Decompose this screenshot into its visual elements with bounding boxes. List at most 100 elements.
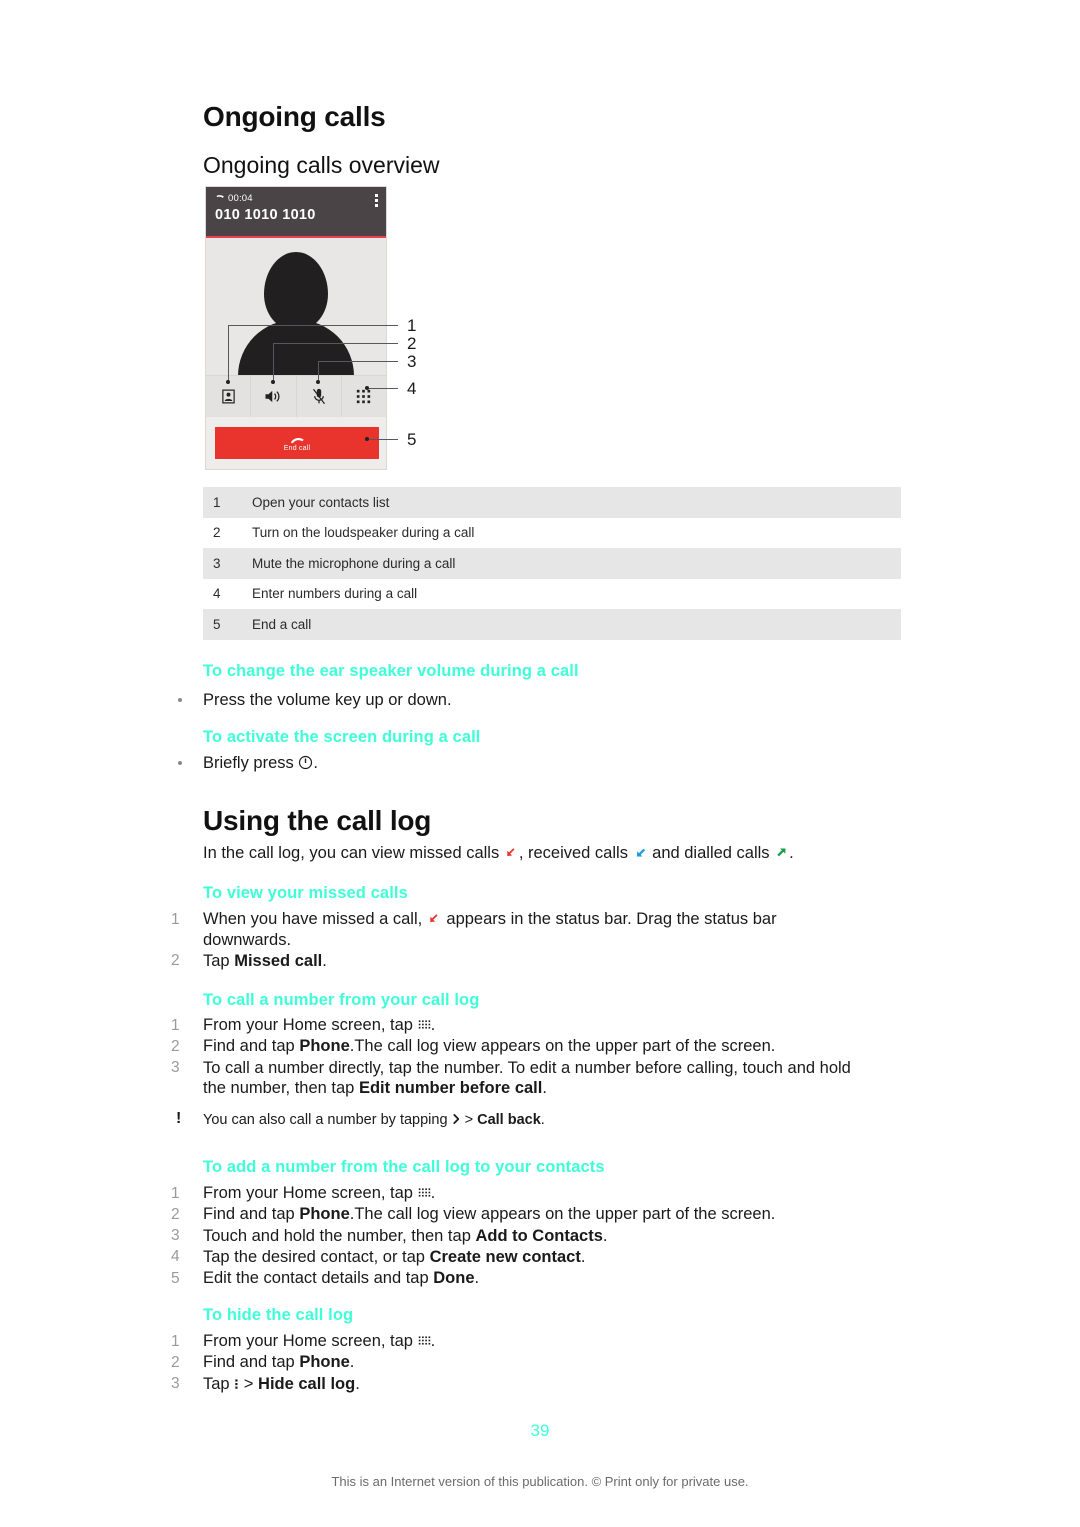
- step-number: 2: [171, 1353, 180, 1371]
- step-item: 4 Tap the desired contact, or tap Create…: [171, 1247, 871, 1268]
- step-text-part: When you have missed a call,: [203, 910, 423, 928]
- intro-part-3: and dialled calls: [652, 844, 770, 862]
- procedure-heading-add-number: To add a number from the call log to you…: [203, 1158, 605, 1176]
- step-text-emphasis: Add to Contacts: [475, 1226, 603, 1245]
- table-row: 5 End a call: [203, 609, 901, 640]
- step-text-part: Find and tap: [203, 1205, 295, 1224]
- app-drawer-icon: [418, 1020, 430, 1029]
- step-text-emphasis: Edit number before call: [358, 1079, 543, 1098]
- step-number: 1: [171, 910, 180, 928]
- keypad-button[interactable]: [342, 376, 386, 417]
- procedure-steps-call-number: 1 From your Home screen, tap . 2 Find an…: [171, 1015, 871, 1099]
- bullet-text: Press the volume key up or down.: [203, 691, 452, 709]
- overflow-menu-icon[interactable]: [375, 194, 378, 209]
- dialled-call-icon: [777, 848, 786, 857]
- step-text-emphasis: Create new contact: [429, 1247, 581, 1266]
- step-text-part: .: [322, 951, 327, 970]
- step-text-emphasis: Done: [433, 1269, 475, 1288]
- step-text-part: From your Home screen, tap: [203, 1184, 413, 1202]
- row-number: 1: [213, 494, 221, 510]
- callout-leader-1-vert: [228, 325, 229, 382]
- step-text-part: .: [474, 1269, 480, 1288]
- row-text: Mute the microphone during a call: [252, 555, 456, 571]
- step-number: 2: [171, 1205, 180, 1223]
- step-text: To call a number directly, tap the numbe…: [203, 1058, 871, 1100]
- app-drawer-icon: [418, 1188, 430, 1197]
- page-title: Ongoing calls: [203, 101, 386, 132]
- row-number: 5: [213, 616, 221, 632]
- step-text-part: Find and tap: [203, 1037, 295, 1056]
- step-text-part: .: [542, 1079, 547, 1098]
- procedure-heading-view-missed-calls: To view your missed calls: [203, 884, 408, 902]
- step-separator: >: [243, 1374, 254, 1393]
- row-number: 4: [213, 586, 221, 602]
- callout-leader-3: [318, 361, 398, 362]
- step-text: Find and tap Phone.The call log view app…: [203, 1036, 871, 1057]
- step-item: 1 From your Home screen, tap .: [171, 1183, 871, 1204]
- overview-legend-table: 1 Open your contacts list 2 Turn on the …: [203, 487, 901, 640]
- step-number: 2: [171, 952, 180, 970]
- footer-note: This is an Internet version of this publ…: [331, 1474, 749, 1489]
- step-text: From your Home screen, tap .: [203, 1015, 871, 1036]
- step-text-part: From your Home screen, tap: [203, 1332, 413, 1350]
- tip-exclamation-icon: !: [176, 1110, 182, 1127]
- step-number: 1: [171, 1016, 180, 1034]
- step-text: From your Home screen, tap .: [203, 1183, 871, 1204]
- step-text-part: .: [602, 1226, 608, 1245]
- step-item: 2 Find and tap Phone.: [171, 1352, 871, 1373]
- step-text-emphasis: Phone: [299, 1037, 350, 1056]
- step-text: Tap > Hide call log.: [203, 1374, 871, 1395]
- step-item: 3 Tap > Hide call log.: [171, 1374, 871, 1395]
- step-item: 1 From your Home screen, tap .: [171, 1015, 871, 1036]
- callout-leader-2: [273, 343, 398, 344]
- section-heading-using-call-log: Using the call log: [203, 805, 432, 836]
- step-number: 3: [171, 1227, 180, 1245]
- contacts-icon: [221, 389, 235, 404]
- table-row: 3 Mute the microphone during a call: [203, 548, 901, 579]
- procedure-steps-add-number: 1 From your Home screen, tap . 2 Find an…: [171, 1183, 871, 1289]
- received-call-icon: [636, 848, 645, 857]
- section-heading-ongoing-calls-overview: Ongoing calls overview: [203, 152, 440, 178]
- step-text-part: .The call log view appears on the upper …: [349, 1037, 776, 1056]
- callout-leader-4: [368, 388, 398, 389]
- keypad-icon: [357, 389, 371, 404]
- step-text: Find and tap Phone.: [203, 1352, 871, 1373]
- callout-number-2: 2: [407, 334, 417, 353]
- step-item: 1 From your Home screen, tap .: [171, 1331, 871, 1352]
- in-call-action-row: [206, 375, 386, 417]
- callout-leader-5: [368, 439, 398, 440]
- step-text-part: Touch and hold the number, then tap: [203, 1226, 471, 1245]
- call-phone-number: 010 1010 1010: [215, 207, 316, 223]
- page-number: 39: [530, 1421, 550, 1440]
- tip-text: You can also call a number by tapping > …: [203, 1111, 545, 1130]
- step-item: 3 To call a number directly, tap the num…: [171, 1058, 871, 1100]
- callout-dot-1: [226, 380, 230, 384]
- table-row: 4 Enter numbers during a call: [203, 579, 901, 610]
- step-item: 1 When you have missed a call, appears i…: [171, 909, 861, 951]
- phone-mockup-illustration: 00:04 010 1010 1010 End call: [205, 186, 387, 470]
- end-call-icon: [290, 438, 304, 444]
- table-row: 1 Open your contacts list: [203, 487, 901, 518]
- callout-dot-5: [365, 437, 369, 441]
- step-text-emphasis: Hide call log: [258, 1374, 356, 1393]
- step-number: 5: [171, 1269, 180, 1287]
- step-text-part: .: [430, 1332, 436, 1350]
- end-call-label: End call: [283, 445, 311, 452]
- end-call-button[interactable]: End call: [215, 427, 379, 459]
- bullet-text-prefix: Briefly press: [203, 754, 294, 772]
- row-text: Enter numbers during a call: [252, 586, 418, 602]
- callout-leader-2-vert: [273, 343, 274, 382]
- step-text: Touch and hold the number, then tap Add …: [203, 1226, 871, 1247]
- table-row: 2 Turn on the loudspeaker during a call: [203, 518, 901, 549]
- tip-callout-call-back: ! You can also call a number by tapping …: [176, 1111, 866, 1130]
- procedure-bullet-change-volume: Press the volume key up or down.: [178, 690, 878, 711]
- procedure-heading-hide-call-log: To hide the call log: [203, 1306, 354, 1324]
- missed-call-icon: [430, 914, 438, 923]
- chevron-right-icon: [452, 1114, 459, 1124]
- row-text: Turn on the loudspeaker during a call: [252, 525, 475, 541]
- overflow-menu-icon: [235, 1379, 238, 1389]
- step-text-part: From your Home screen, tap: [203, 1016, 413, 1034]
- step-text-part: Find and tap: [203, 1353, 295, 1372]
- tip-text-part: .: [540, 1112, 545, 1128]
- power-button-icon: [299, 755, 313, 770]
